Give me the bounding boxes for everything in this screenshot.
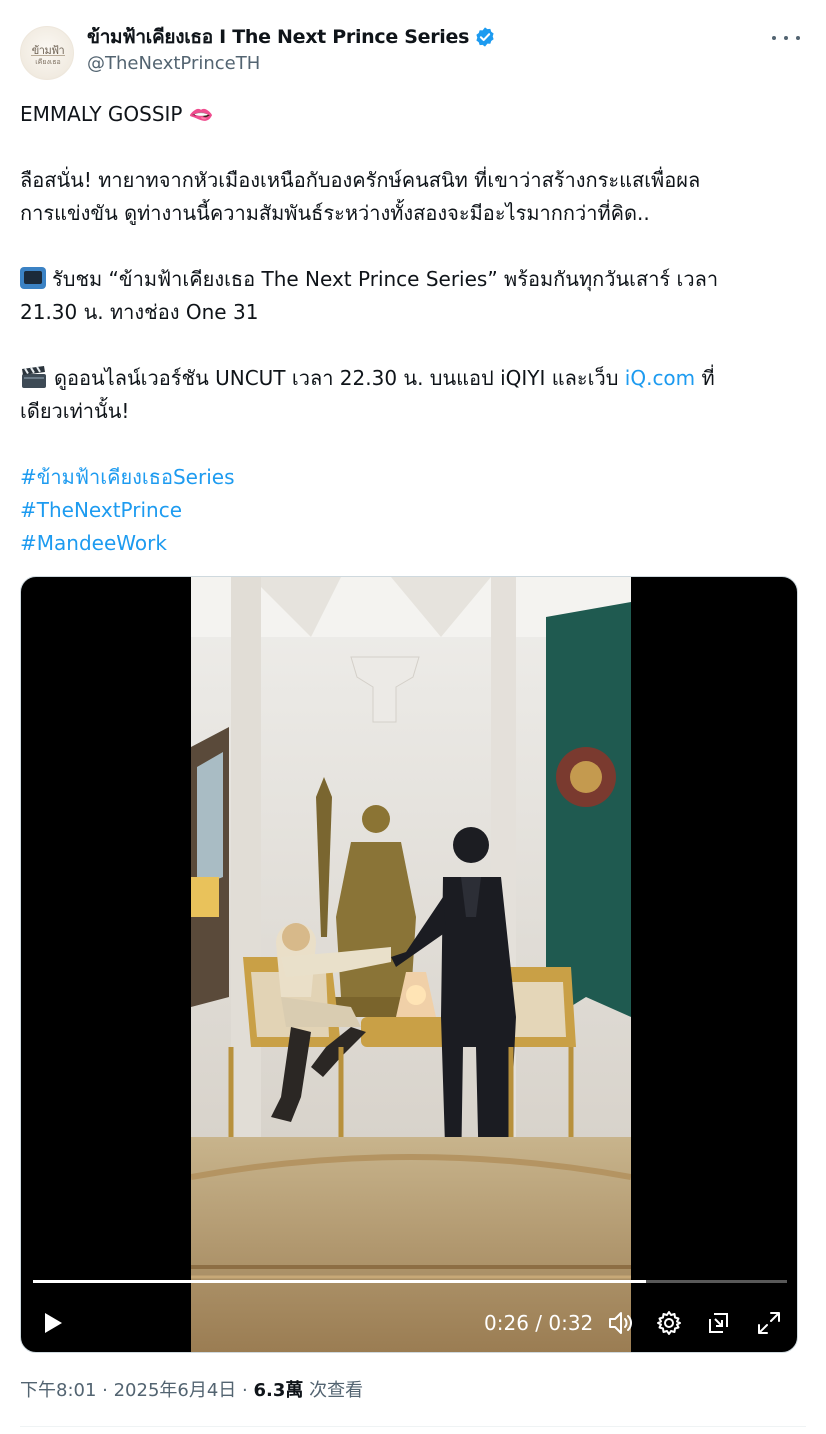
video-time-display: 0:26 / 0:32 [484, 1311, 594, 1335]
video-progress-bar[interactable] [33, 1280, 787, 1283]
author-name-row: ข้ามฟ้าเคียงเธอ I The Next Prince Series [87, 24, 496, 50]
play-icon[interactable] [37, 1305, 69, 1341]
post-text: EMMALY GOSSIP 🫦 ลือสนั่น! ทายาทจากหัวเมื… [20, 98, 800, 560]
hashtag-link[interactable]: #MandeeWork [20, 527, 800, 560]
avatar-logo-line2: เคียงเธอ [31, 55, 65, 68]
post-line: ลือสนั่น! ทายาทจากหัวเมืองเหนือกับองครัก… [20, 168, 701, 192]
video-player[interactable]: 0:26 / 0:32 [20, 576, 798, 1353]
video-frame[interactable] [191, 577, 631, 1352]
post-line-text: ที่ [695, 366, 715, 390]
verified-badge-icon[interactable] [474, 26, 496, 48]
post-line: ดูออนไลน์เวอร์ชัน UNCUT เวลา 22.30 น. บน… [20, 362, 800, 395]
video-still [191, 577, 631, 1352]
picture-in-picture-icon[interactable] [703, 1305, 735, 1341]
author-handle[interactable]: @TheNextPrinceTH [87, 53, 260, 74]
iq-com-link[interactable]: iQ.com [625, 366, 695, 390]
television-icon [20, 267, 46, 289]
video-progress-fill [33, 1280, 646, 1283]
post-line: การแข่งขัน ดูท่างานนี้ความสัมพันธ์ระหว่า… [20, 201, 650, 225]
video-controls: 0:26 / 0:32 [21, 1305, 797, 1345]
clapper-board-icon [22, 366, 46, 388]
post-line: รับชม “ข้ามฟ้าเคียงเธอ The Next Prince S… [20, 263, 800, 296]
volume-icon[interactable] [605, 1305, 637, 1341]
divider [20, 1426, 806, 1427]
avatar[interactable]: ข้ามฟ้า เคียงเธอ [20, 26, 74, 80]
more-options-icon[interactable] [772, 28, 800, 48]
post-header: ข้ามฟ้า เคียงเธอ ข้ามฟ้าเคียงเธอ I The N… [20, 22, 806, 82]
post-line: เดียวเท่านั้น! [20, 399, 130, 423]
hashtag-link[interactable]: #TheNextPrince [20, 494, 800, 527]
fullscreen-icon[interactable] [753, 1305, 785, 1341]
hashtag-link[interactable]: #ข้ามฟ้าเคียงเธอSeries [20, 461, 800, 494]
author-display-name[interactable]: ข้ามฟ้าเคียงเธอ I The Next Prince Series [87, 22, 469, 52]
post-timestamp[interactable]: 下午8:01 · 2025年6月4日 · [20, 1380, 253, 1401]
settings-gear-icon[interactable] [653, 1305, 685, 1341]
post-line-text: ดูออนไลน์เวอร์ชัน UNCUT เวลา 22.30 น. บน… [54, 366, 625, 390]
post-line: 21.30 น. ทางช่อง One 31 [20, 300, 259, 324]
view-count: 6.3萬 [253, 1380, 304, 1401]
post-meta: 下午8:01 · 2025年6月4日 · 6.3萬 次查看 [20, 1376, 363, 1402]
post-line: EMMALY GOSSIP 🫦 [20, 102, 214, 126]
view-count-label: 次查看 [303, 1380, 364, 1401]
post-line-text: รับชม “ข้ามฟ้าเคียงเธอ The Next Prince S… [52, 267, 719, 291]
